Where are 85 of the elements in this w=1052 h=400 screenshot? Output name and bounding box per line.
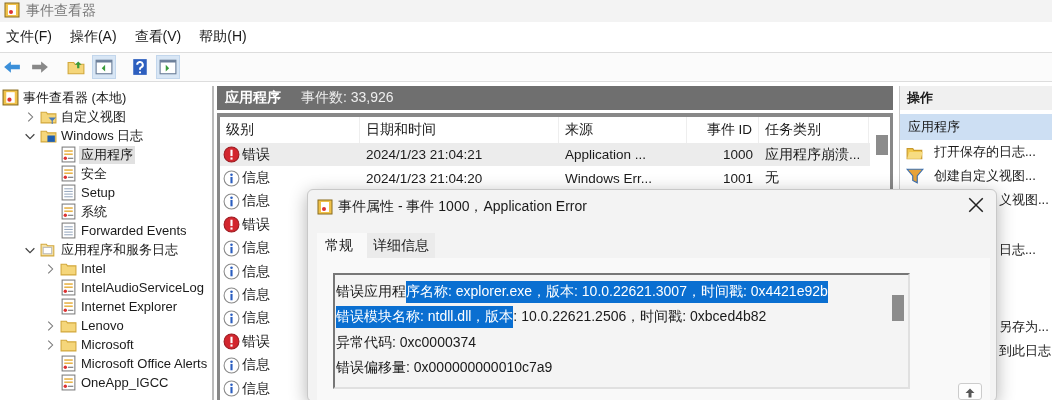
level-text: 信息 [242,356,270,375]
tree-item[interactable]: 应用程序 [79,145,135,164]
level-text: 信息 [242,192,270,211]
level-text: 信息 [242,309,270,328]
level-text: 信息 [242,239,270,258]
info-icon [223,192,240,210]
funnel-icon [906,167,924,185]
description-line: 异常代码: 0xc0000374 [335,332,478,352]
up-arrow-icon[interactable] [964,387,976,399]
table-cell-text: 应用程序崩溃... [764,145,862,164]
tree-item[interactable]: Microsoft [79,337,136,352]
level-text: 信息 [242,379,270,398]
log-icon [60,355,77,372]
help-icon[interactable] [131,58,149,76]
error-icon [223,146,240,164]
action-link[interactable]: 创建自定义视图... [934,167,1036,185]
log-icon [60,279,77,296]
level-text: 信息 [242,169,270,188]
pane-title: 操作 [900,86,1052,110]
log-icon [60,165,77,182]
menu-item[interactable]: 文件(F) [6,26,52,48]
log-icon [60,146,77,163]
tab[interactable]: 详细信息 [367,233,435,258]
tree-item[interactable]: Forwarded Events [79,223,189,238]
panel-icon[interactable] [95,58,113,76]
tree-item[interactable]: 安全 [79,164,109,183]
info-icon [223,356,240,374]
table-cell-text: 无 [764,169,780,188]
level-text: 信息 [242,286,270,305]
tree-item[interactable]: 事件查看器 (本地) [21,88,129,107]
info-icon [223,263,240,281]
tree-item[interactable]: IntelAudioServiceLog [79,280,206,295]
event-count: 事件数: 33,926 [301,89,394,107]
log-icon [60,203,77,220]
table-cell-text: 1001 [721,170,754,186]
level-text: 信息 [242,262,270,281]
table-cell-text: 1000 [721,147,754,163]
level-text: 错误 [242,332,270,351]
panel-icon[interactable] [159,58,177,76]
tree-item[interactable]: Windows 日志 [59,126,146,145]
table-cell-text: Windows Err... [564,170,654,186]
level-text: 错误 [242,145,270,164]
panel-title: 应用程序 [225,89,281,107]
table-cell-text: 2024/1/23 21:04:20 [365,170,484,186]
tree-item[interactable]: Internet Explorer [79,299,180,314]
info-icon [223,169,240,187]
tree-item[interactable]: Microsoft Office Alerts [79,356,210,371]
action-link[interactable]: 义视图... [999,191,1049,209]
table-cell-text: Application ... [564,147,648,163]
tree-item[interactable]: Setup [79,185,117,200]
log-icon [60,298,77,315]
info-icon [223,239,240,257]
tree-item[interactable]: 系统 [79,202,109,221]
scrollbar-thumb[interactable] [892,295,904,321]
log-icon [60,374,77,391]
tree-item[interactable]: Lenovo [79,318,126,333]
action-link[interactable]: 到此日志 [999,341,1051,360]
info-icon [223,309,240,327]
description-line: 错误偏移量: 0x000000000010c7a9 [335,358,554,378]
up-button[interactable] [958,383,982,400]
menu-item[interactable]: 操作(A) [69,26,117,48]
tree-item[interactable]: 应用程序和服务日志 [59,240,180,259]
tree-item[interactable]: Intel [79,261,108,276]
info-icon [223,286,240,304]
dialog-title: 事件属性 - 事件 1000，Application Error [338,198,587,216]
log-icon [60,222,77,239]
log-icon [60,184,77,201]
tree-item[interactable]: 自定义视图 [59,107,128,126]
action-section-header[interactable]: 应用程序 [900,114,1052,140]
action-link[interactable]: 打开保存的日志... [934,143,1036,161]
description-line: 错误模块名称: ntdll.dll，版本: 10.0.22621.2506，时间戳: 0xbced4b82 [335,304,892,330]
error-icon [223,333,240,351]
menu-item[interactable]: 帮助(H) [199,26,247,48]
table-cell-text: 2024/1/23 21:04:21 [365,147,484,163]
action-link[interactable]: 日志... [999,241,1036,260]
log-viewer-icon [2,89,19,106]
window-title: 事件查看器 [26,2,96,20]
error-icon [223,216,240,234]
app-icon [317,199,333,215]
tree-item[interactable]: OneApp_IGCC [79,375,171,390]
action-link[interactable]: 另存为... [999,317,1049,336]
folder-icon [40,241,57,258]
menu-item[interactable]: 查看(V) [134,26,182,48]
tab[interactable]: 常规 [317,233,367,258]
level-text: 错误 [242,215,270,234]
